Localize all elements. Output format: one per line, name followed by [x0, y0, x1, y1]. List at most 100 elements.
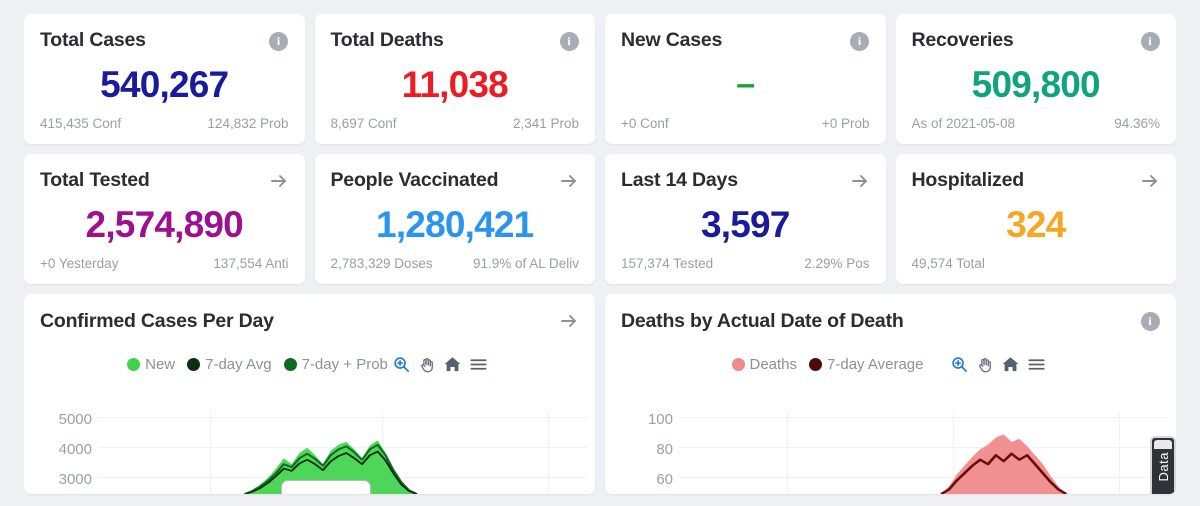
card-footer: +0 Conf +0 Prob: [621, 117, 870, 132]
card-value-wrap: 3,597: [621, 191, 870, 257]
card-foot-left: As of 2021-05-08: [911, 117, 1016, 132]
menu-icon[interactable]: [469, 355, 488, 374]
plot-grid: [679, 412, 1168, 494]
card-value-wrap: 324: [912, 191, 1161, 257]
card-value: 11,038: [401, 63, 509, 105]
card-title: Total Cases: [40, 29, 146, 51]
legend-item-new[interactable]: New: [127, 356, 175, 373]
zoom-in-icon[interactable]: [950, 355, 969, 374]
legend-swatch-icon: [127, 358, 141, 371]
plot-series-deaths: [940, 434, 1068, 494]
pan-hand-icon[interactable]: [976, 356, 994, 374]
info-icon[interactable]: i: [1139, 310, 1161, 332]
legend-item-7-day-average[interactable]: 7-day Average: [809, 356, 924, 373]
info-icon[interactable]: i: [849, 30, 871, 52]
card-footer: 157,374 Tested 2.29% Pos: [621, 257, 870, 272]
legend-swatch-icon: [187, 358, 201, 371]
card-foot-left: 49,574 Total: [911, 257, 985, 272]
card-value-wrap: 540,267: [40, 51, 289, 117]
legend-item-7-day-avg[interactable]: 7-day Avg: [187, 356, 272, 373]
info-icon[interactable]: i: [558, 30, 580, 52]
card-value: 3,597: [700, 203, 790, 245]
card-value-wrap: 2,574,890: [40, 191, 289, 257]
card-footer: As of 2021-05-08 94.36%: [912, 117, 1161, 132]
stat-card-total-deaths[interactable]: Total Deaths i 11,038 8,697 Conf 2,341 P…: [314, 14, 595, 144]
stat-row-2: Total Tested 2,574,890 +0 Yesterday 137,…: [24, 154, 1176, 284]
y-tick: 4000: [58, 441, 92, 458]
y-tick: 3000: [58, 471, 92, 488]
stat-card-people-vaccinated[interactable]: People Vaccinated 1,280,421 2,783,329 Do…: [314, 154, 595, 284]
card-foot-left: 8,697 Conf: [330, 117, 397, 132]
card-value-wrap: 1,280,421: [331, 191, 580, 257]
card-title: Hospitalized: [911, 169, 1025, 191]
legend-item-7-day-plus-prob[interactable]: 7-day + Prob: [283, 356, 388, 373]
plot-area[interactable]: 100 80 60: [621, 412, 1168, 494]
info-icon-glyph: i: [850, 31, 869, 51]
arrow-right-icon[interactable]: [1139, 170, 1161, 192]
card-value: 324: [1006, 203, 1066, 245]
home-icon[interactable]: [443, 355, 462, 374]
card-foot-right: 91.9% of AL Deliv: [472, 257, 579, 272]
info-icon[interactable]: i: [268, 30, 290, 52]
y-axis: 100 80 60: [621, 412, 679, 494]
info-icon-glyph: i: [1140, 311, 1160, 331]
chart-legend: Deaths 7-day Average: [731, 356, 924, 373]
card-title: Total Tested: [40, 169, 150, 191]
card-foot-right: 2,341 Prob: [512, 117, 579, 132]
card-title: New Cases: [621, 29, 723, 51]
legend-label: Deaths: [749, 356, 798, 373]
data-tab-toggle[interactable]: Data: [1150, 436, 1176, 494]
stat-card-hospitalized[interactable]: Hospitalized 324 49,574 Total: [895, 154, 1176, 284]
zoom-in-icon[interactable]: [392, 355, 411, 374]
arrow-right-icon[interactable]: [849, 170, 871, 192]
card-value-wrap: 11,038: [331, 51, 580, 117]
card-footer: 415,435 Conf 124,832 Prob: [40, 117, 289, 132]
card-foot-right: +0 Prob: [821, 117, 870, 132]
chart-row: Confirmed Cases Per Day New 7-day Avg 7-…: [24, 294, 1176, 494]
card-foot-left: 415,435 Conf: [40, 117, 122, 132]
card-foot-left: +0 Conf: [621, 117, 669, 132]
y-tick: 80: [656, 441, 673, 458]
card-foot-right: 124,832 Prob: [207, 117, 289, 132]
chart-panel-confirmed-cases-per-day: Confirmed Cases Per Day New 7-day Avg 7-…: [24, 294, 595, 494]
legend-swatch-icon: [283, 358, 297, 371]
card-foot-left: 157,374 Tested: [621, 257, 714, 272]
chart-title: Confirmed Cases Per Day: [40, 310, 274, 332]
card-value: 2,574,890: [85, 203, 244, 245]
card-value: –: [736, 64, 755, 103]
info-icon-glyph: i: [1140, 31, 1160, 51]
chart-panel-deaths-by-actual-date: Deaths by Actual Date of Death i Deaths …: [605, 294, 1176, 494]
y-axis: 5000 4000 3000: [40, 412, 98, 494]
card-foot-right: 137,554 Anti: [213, 257, 289, 272]
card-value-wrap: –: [621, 51, 870, 117]
info-icon-glyph: i: [559, 31, 579, 51]
stat-card-total-cases[interactable]: Total Cases i 540,267 415,435 Conf 124,8…: [24, 14, 305, 144]
arrow-right-icon[interactable]: [268, 170, 290, 192]
home-icon[interactable]: [1001, 355, 1020, 374]
chart-title: Deaths by Actual Date of Death: [621, 310, 904, 332]
card-footer: 2,783,329 Doses 91.9% of AL Deliv: [331, 257, 580, 272]
pan-hand-icon[interactable]: [418, 356, 436, 374]
plot-area[interactable]: 5000 4000 3000: [40, 412, 587, 494]
stat-card-total-tested[interactable]: Total Tested 2,574,890 +0 Yesterday 137,…: [24, 154, 305, 284]
legend-item-deaths[interactable]: Deaths: [731, 356, 798, 373]
chart-tools: [950, 355, 1046, 374]
stat-card-recoveries[interactable]: Recoveries i 509,800 As of 2021-05-08 94…: [895, 14, 1176, 144]
info-icon-glyph: i: [269, 31, 288, 51]
card-foot-left: +0 Yesterday: [40, 257, 119, 272]
legend-label: New: [145, 356, 176, 373]
arrow-right-icon[interactable]: [558, 170, 580, 192]
y-tick: 5000: [58, 411, 92, 428]
arrow-right-icon[interactable]: [558, 310, 580, 332]
chart-legend: New 7-day Avg 7-day + Prob: [127, 356, 388, 373]
info-icon[interactable]: i: [1139, 30, 1161, 52]
card-value: 1,280,421: [376, 203, 534, 245]
card-footer: +0 Yesterday 137,554 Anti: [40, 257, 289, 272]
stat-card-new-cases[interactable]: New Cases i – +0 Conf +0 Prob: [605, 14, 886, 144]
card-footer: 49,574 Total: [912, 257, 1161, 272]
stat-card-last-14-days[interactable]: Last 14 Days 3,597 157,374 Tested 2.29% …: [605, 154, 886, 284]
chart-tooltip: [280, 480, 371, 494]
card-title: Last 14 Days: [621, 169, 738, 191]
chart-tools: [392, 355, 488, 374]
menu-icon[interactable]: [1027, 355, 1046, 374]
